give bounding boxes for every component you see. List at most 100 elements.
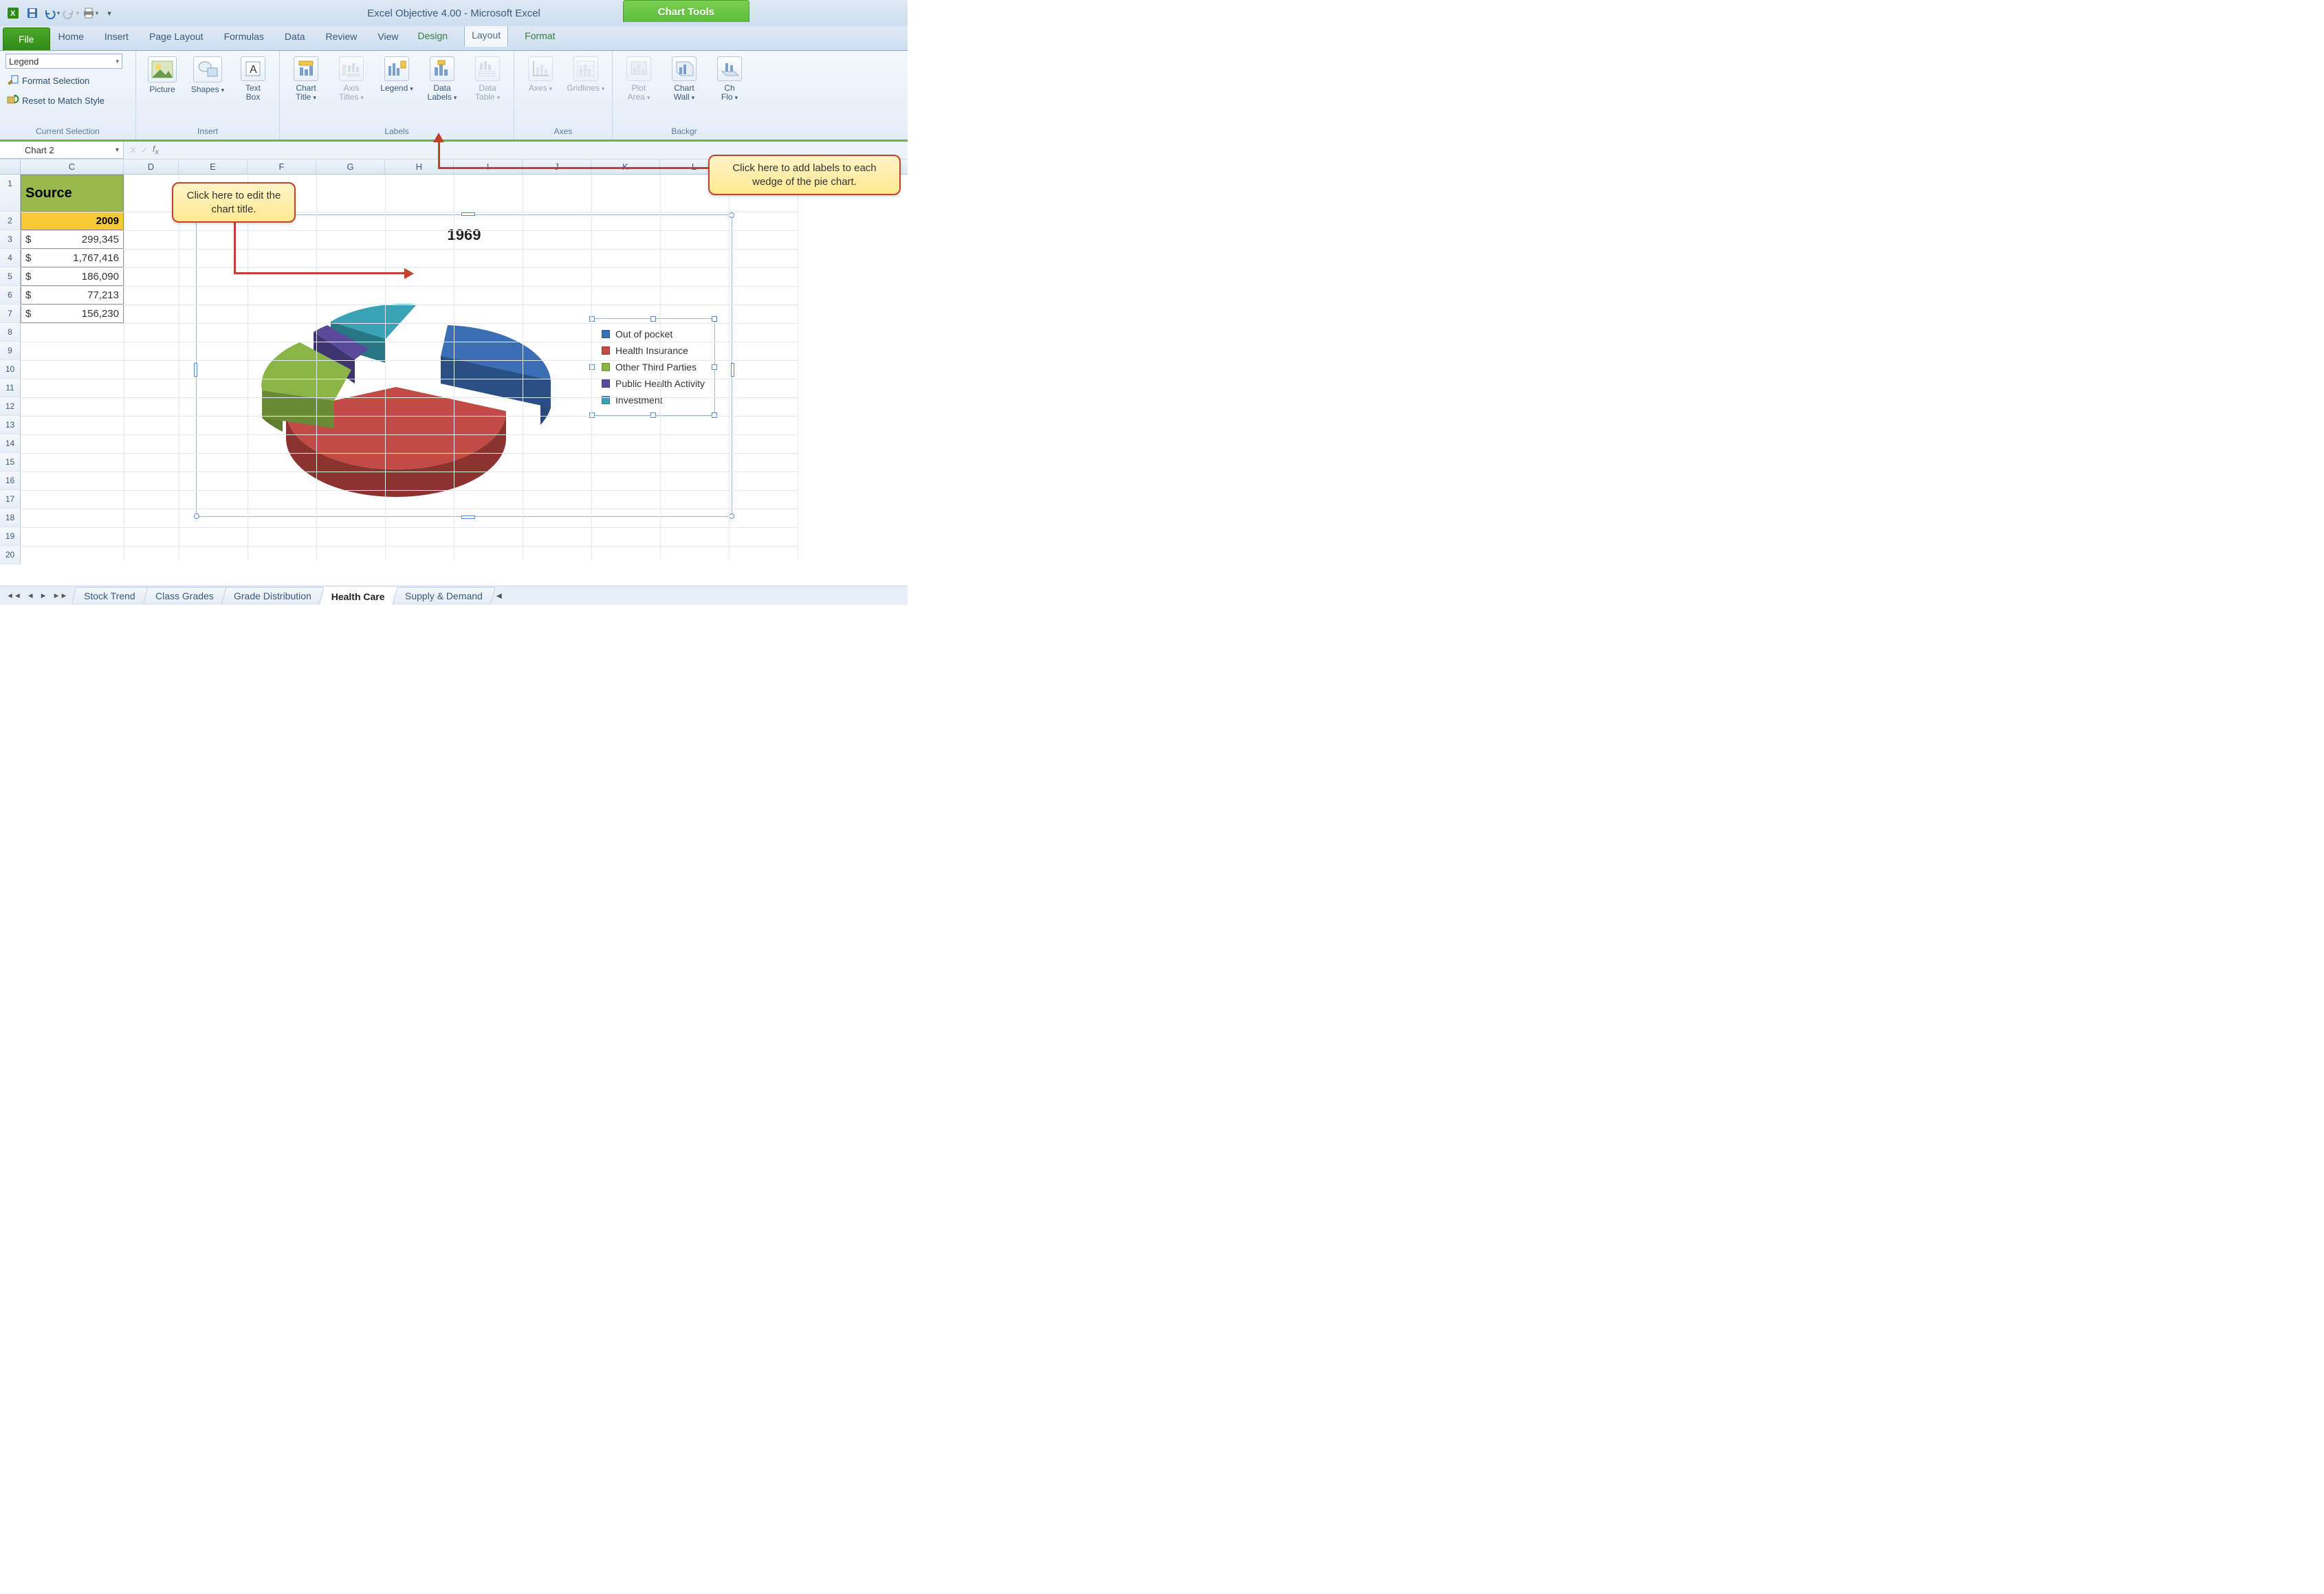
name-box[interactable]: Chart 2 bbox=[0, 142, 124, 159]
resize-handle-n[interactable] bbox=[461, 212, 475, 216]
cell-c2[interactable]: 2009 bbox=[21, 212, 124, 230]
row-header-7[interactable]: 7 bbox=[0, 305, 21, 323]
legend-item[interactable]: Investment bbox=[602, 392, 705, 408]
col-header-E[interactable]: E bbox=[179, 159, 248, 174]
textbox-button[interactable]: A Text Box bbox=[232, 54, 274, 104]
data-labels-button[interactable]: Data Labels bbox=[421, 54, 463, 104]
row-header-18[interactable]: 18 bbox=[0, 509, 21, 527]
sheet-nav-next-icon[interactable]: ► bbox=[38, 590, 50, 601]
ribbon-tabs: File Home Insert Page Layout Formulas Da… bbox=[0, 26, 908, 51]
row-header-4[interactable]: 4 bbox=[0, 249, 21, 267]
cell-c7[interactable]: $156,230 bbox=[21, 305, 124, 323]
data-table-button: Data Table bbox=[467, 54, 508, 104]
pie-chart[interactable] bbox=[210, 263, 568, 511]
legend-item[interactable]: Health Insurance bbox=[602, 342, 705, 359]
row-header-2[interactable]: 2 bbox=[0, 212, 21, 230]
cell-c6[interactable]: $77,213 bbox=[21, 286, 124, 305]
legend-item[interactable]: Other Third Parties bbox=[602, 359, 705, 375]
cell-c5[interactable]: $186,090 bbox=[21, 267, 124, 286]
cell-c1[interactable]: Source bbox=[21, 175, 124, 212]
row-header-15[interactable]: 15 bbox=[0, 453, 21, 472]
col-header-F[interactable]: F bbox=[248, 159, 316, 174]
redo-icon[interactable]: ▾ bbox=[62, 5, 80, 21]
sheet-nav-prev-icon[interactable]: ◄ bbox=[25, 590, 36, 601]
row-header-9[interactable]: 9 bbox=[0, 342, 21, 360]
row-header-19[interactable]: 19 bbox=[0, 527, 21, 546]
cell-c3[interactable]: $299,345 bbox=[21, 230, 124, 249]
col-header-D[interactable]: D bbox=[124, 159, 179, 174]
col-header-C[interactable]: C bbox=[21, 159, 124, 174]
horizontal-scroll-left-icon[interactable]: ◄ bbox=[494, 590, 503, 601]
chart-floor-button[interactable]: Ch Flo bbox=[709, 54, 750, 104]
tab-layout[interactable]: Layout bbox=[464, 25, 508, 47]
sheet-nav[interactable]: ◄◄◄►►► bbox=[0, 590, 74, 601]
sheet-tab-stock-trend[interactable]: Stock Trend bbox=[72, 587, 149, 605]
qat-customize-icon[interactable]: ▾ bbox=[100, 5, 118, 21]
print-icon[interactable]: ▾ bbox=[81, 5, 99, 21]
row-header-16[interactable]: 16 bbox=[0, 472, 21, 490]
resize-handle-s[interactable] bbox=[461, 516, 475, 519]
tab-review[interactable]: Review bbox=[323, 28, 360, 45]
format-selection-button[interactable]: Format Selection bbox=[6, 73, 91, 89]
cell-c4[interactable]: $1,767,416 bbox=[21, 249, 124, 267]
sheet-tab-grade-distribution[interactable]: Grade Distribution bbox=[221, 587, 324, 605]
legend-icon bbox=[384, 56, 409, 81]
row-header-1[interactable]: 1 bbox=[0, 175, 21, 212]
textbox-label: Text Box bbox=[245, 84, 261, 102]
format-selection-label: Format Selection bbox=[22, 76, 89, 86]
picture-button[interactable]: Picture bbox=[142, 54, 183, 97]
select-all-corner[interactable] bbox=[0, 159, 21, 175]
row-header-6[interactable]: 6 bbox=[0, 286, 21, 305]
file-tab[interactable]: File bbox=[3, 27, 50, 50]
chart-wall-button[interactable]: Chart Wall bbox=[664, 54, 705, 104]
save-icon[interactable] bbox=[23, 5, 41, 21]
tab-data[interactable]: Data bbox=[282, 28, 308, 45]
row-header-8[interactable]: 8 bbox=[0, 323, 21, 342]
legend-item[interactable]: Out of pocket bbox=[602, 326, 705, 342]
resize-handle-ne[interactable] bbox=[729, 212, 734, 218]
excel-icon[interactable]: X bbox=[4, 5, 22, 21]
row-header-17[interactable]: 17 bbox=[0, 490, 21, 509]
resize-handle-w[interactable] bbox=[194, 363, 197, 377]
sheet-nav-last-icon[interactable]: ►► bbox=[51, 590, 70, 601]
chart-element-selector[interactable]: Legend▾ bbox=[6, 54, 122, 69]
sheet-tab-class-grades[interactable]: Class Grades bbox=[143, 587, 227, 605]
row-header-11[interactable]: 11 bbox=[0, 379, 21, 397]
reset-style-button[interactable]: Reset to Match Style bbox=[6, 93, 106, 109]
tab-formulas[interactable]: Formulas bbox=[221, 28, 267, 45]
row-header-20[interactable]: 20 bbox=[0, 546, 21, 564]
row-header-3[interactable]: 3 bbox=[0, 230, 21, 249]
sheet-nav-first-icon[interactable]: ◄◄ bbox=[4, 590, 23, 601]
worksheet-grid[interactable]: CDEFGHIJKLM 1234567891011121314151617181… bbox=[0, 159, 908, 586]
chart-title[interactable]: 1969 bbox=[448, 226, 481, 244]
resize-handle-e[interactable] bbox=[731, 363, 734, 377]
undo-icon[interactable]: ▾ bbox=[43, 5, 61, 21]
sheet-tab-supply-demand[interactable]: Supply & Demand bbox=[392, 587, 495, 605]
legend-button[interactable]: Legend bbox=[376, 54, 417, 96]
shapes-button[interactable]: Shapes bbox=[187, 54, 228, 97]
row-header-5[interactable]: 5 bbox=[0, 267, 21, 286]
chart-title-button[interactable]: Chart Title bbox=[285, 54, 327, 104]
legend-item[interactable]: Public Health Activity bbox=[602, 375, 705, 392]
tab-view[interactable]: View bbox=[375, 28, 401, 45]
row-header-14[interactable]: 14 bbox=[0, 434, 21, 453]
fx-icon[interactable]: fx bbox=[153, 144, 159, 157]
row-headers[interactable]: 1234567891011121314151617181920 bbox=[0, 175, 21, 564]
row-header-12[interactable]: 12 bbox=[0, 397, 21, 416]
sheet-tab-health-care[interactable]: Health Care bbox=[318, 587, 397, 605]
data-labels-icon bbox=[430, 56, 454, 81]
col-header-G[interactable]: G bbox=[316, 159, 385, 174]
resize-handle-sw[interactable] bbox=[194, 513, 199, 519]
resize-handle-se[interactable] bbox=[729, 513, 734, 519]
row-header-13[interactable]: 13 bbox=[0, 416, 21, 434]
legend-label: Investment bbox=[615, 395, 662, 406]
tab-home[interactable]: Home bbox=[56, 28, 87, 45]
tab-insert[interactable]: Insert bbox=[102, 28, 131, 45]
tab-page-layout[interactable]: Page Layout bbox=[146, 28, 206, 45]
plot-area-button: Plot Area bbox=[618, 54, 659, 104]
row-header-10[interactable]: 10 bbox=[0, 360, 21, 379]
tab-design[interactable]: Design bbox=[414, 27, 452, 44]
tab-format[interactable]: Format bbox=[520, 27, 559, 44]
chart-legend[interactable]: Out of pocket Health Insurance Other Thi… bbox=[591, 318, 715, 416]
cells-area[interactable]: Source 2009 1969 bbox=[21, 175, 908, 560]
